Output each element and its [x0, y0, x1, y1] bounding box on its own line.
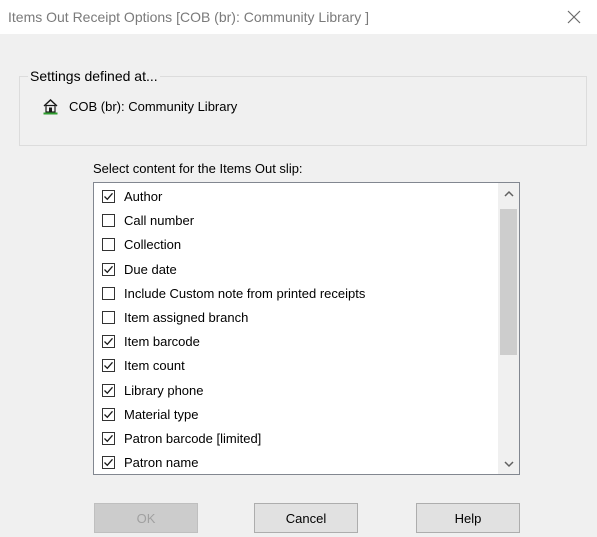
checklist-item-label: Item assigned branch [124, 310, 249, 325]
checkbox[interactable] [102, 432, 115, 445]
library-building-icon [43, 99, 58, 115]
checklist-item[interactable]: Library phone [94, 380, 494, 403]
checklist-item-label: Collection [124, 237, 182, 253]
checkbox[interactable] [102, 190, 115, 203]
checkmark-icon [104, 192, 113, 201]
checklist-item[interactable]: Item assigned branch [94, 307, 494, 330]
content-checklist[interactable]: Author Call number Collection Due date Inclu… [93, 182, 520, 475]
checklist-item[interactable]: Call number [94, 210, 494, 233]
chevron-up-icon [503, 190, 514, 197]
checkmark-icon [104, 410, 113, 419]
chevron-down-icon [503, 460, 514, 467]
checklist-item-label: Patron name [124, 455, 199, 471]
checklist-item-label: Call number [124, 213, 195, 229]
scroll-down-button[interactable] [498, 454, 519, 474]
checklist-item-label: Library phone [124, 382, 204, 398]
checklist-item[interactable]: Collection [94, 234, 494, 257]
window-title: Items Out Receipt Options [COB (br): Com… [8, 9, 369, 25]
scroll-thumb[interactable] [500, 209, 517, 355]
checkbox[interactable] [102, 359, 115, 373]
checkmark-icon [104, 338, 113, 346]
checkmark-icon [104, 459, 113, 467]
checkbox[interactable] [102, 407, 115, 421]
scroll-up-button[interactable] [498, 183, 519, 203]
checklist-item-label: Include Custom note from printed receipt… [124, 285, 366, 301]
checklist-item[interactable]: Patron name [94, 452, 494, 474]
checklist-item[interactable]: Item barcode [94, 331, 494, 354]
checklist-item[interactable]: Patron barcode [limited] [94, 428, 494, 451]
checkbox[interactable] [102, 286, 115, 300]
checklist-item-label: Item barcode [124, 334, 200, 350]
help-button[interactable]: Help [416, 503, 520, 533]
content-list-label: Select content for the Items Out slip: [93, 161, 303, 176]
checklist-item-label: Author [124, 189, 163, 204]
cancel-button[interactable]: Cancel [254, 503, 358, 533]
checklist-item[interactable]: Material type [94, 404, 494, 427]
title-bar: Items Out Receipt Options [COB (br): Com… [0, 0, 597, 34]
checklist-item[interactable]: Author [94, 186, 494, 209]
checklist-item[interactable]: Item count [94, 355, 494, 378]
checkbox[interactable] [102, 311, 115, 324]
checkbox[interactable] [102, 262, 115, 276]
close-button[interactable] [551, 0, 597, 34]
ok-button[interactable]: OK [94, 503, 198, 533]
checkbox[interactable] [102, 238, 115, 252]
checkmark-icon [104, 434, 113, 443]
checklist-item-label: Patron barcode [limited] [124, 431, 262, 446]
checkbox[interactable] [102, 214, 115, 228]
checkbox[interactable] [102, 335, 115, 349]
checkmark-icon [104, 386, 113, 394]
checklist-item-label: Material type [124, 406, 199, 422]
checklist-item-label: Due date [124, 261, 177, 277]
close-icon [567, 10, 581, 24]
vertical-scrollbar[interactable] [498, 183, 519, 474]
checkmark-icon [104, 265, 113, 273]
checkbox[interactable] [102, 383, 115, 397]
checkmark-icon [104, 362, 113, 370]
checklist-item[interactable]: Include Custom note from printed receipt… [94, 283, 494, 306]
branch-name: COB (br): Community Library [69, 99, 238, 114]
checklist-item-label: Item count [124, 358, 185, 374]
settings-defined-group: Settings defined at... COB (br): Communi… [19, 68, 587, 146]
checklist-item[interactable]: Due date [94, 259, 494, 282]
settings-legend: Settings defined at... [28, 68, 160, 84]
checkbox[interactable] [102, 456, 115, 470]
